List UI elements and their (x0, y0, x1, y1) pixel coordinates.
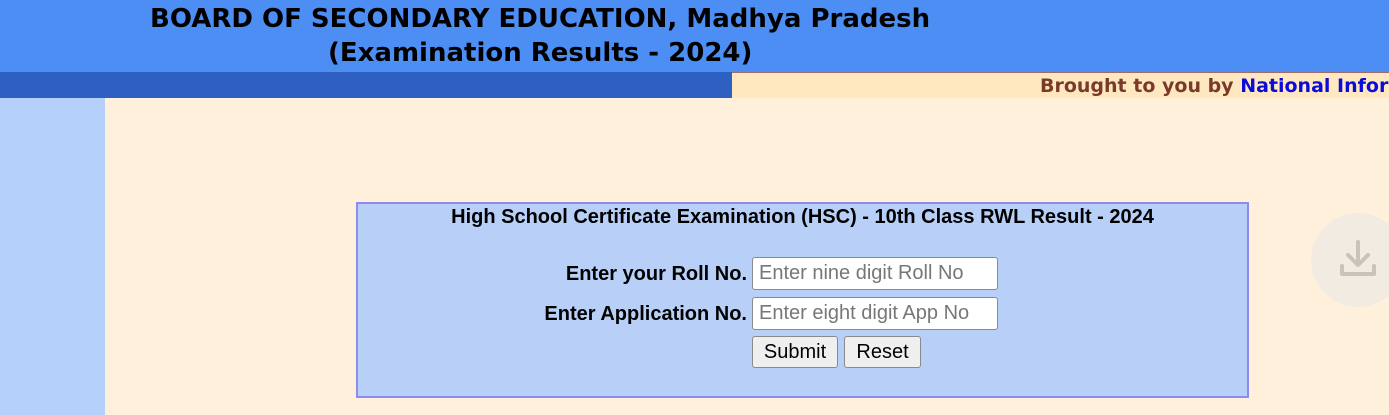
page-header: BOARD OF SECONDARY EDUCATION, Madhya Pra… (0, 0, 1389, 72)
page-subtitle: (Examination Results - 2024) (328, 38, 753, 68)
form-title: High School Certificate Examination (HSC… (451, 206, 1154, 228)
header-bar (0, 72, 732, 98)
application-no-input[interactable] (752, 297, 998, 330)
roll-no-label: Enter your Roll No. (565, 263, 747, 285)
credit-text: Brought to you by (1040, 75, 1241, 97)
credit-line: Brought to you by National Informa (1040, 75, 1389, 97)
reset-button[interactable]: Reset (844, 336, 921, 368)
credit-marquee: Brought to you by National Informa (732, 72, 1389, 98)
nic-link[interactable]: National Informa (1240, 75, 1389, 97)
left-sidebar (0, 98, 105, 415)
application-no-label: Enter Application No. (544, 303, 747, 325)
download-icon (1340, 240, 1376, 276)
result-form: High School Certificate Examination (HSC… (356, 202, 1249, 398)
roll-no-input[interactable] (752, 257, 998, 290)
submit-button[interactable]: Submit (752, 336, 838, 368)
page-title: BOARD OF SECONDARY EDUCATION, Madhya Pra… (150, 4, 931, 34)
